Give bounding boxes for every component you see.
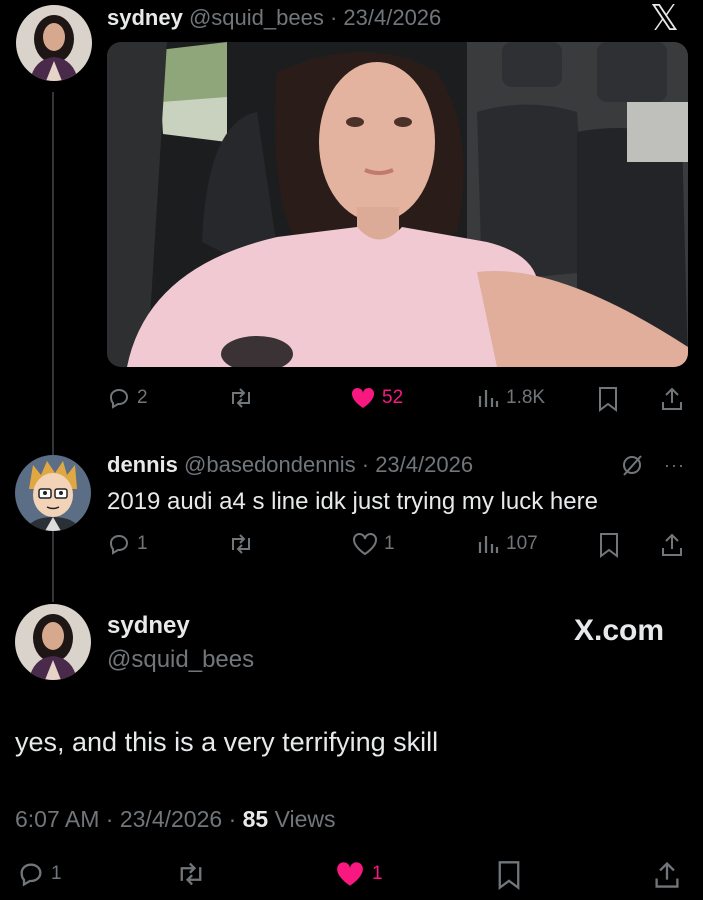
view-count: 1.8K	[506, 387, 546, 408]
post2-header: dennis @basedondennis · 23/4/2026	[107, 452, 473, 478]
reply-count: 1	[137, 533, 148, 554]
heart-icon	[337, 862, 363, 886]
like-button[interactable]: 1	[334, 860, 383, 888]
view-count: 107	[506, 533, 538, 554]
like-count: 1	[384, 533, 395, 554]
retweet-icon	[180, 862, 202, 886]
views-icon	[478, 536, 499, 553]
retweet-icon	[232, 534, 250, 554]
heart-icon	[351, 387, 375, 408]
separator: ·	[228, 806, 237, 832]
site-watermark: X.com	[574, 614, 665, 647]
share-icon	[662, 387, 682, 410]
heart-icon	[353, 533, 377, 556]
author-handle[interactable]: @basedondennis	[184, 452, 356, 477]
retweet-button[interactable]	[176, 860, 206, 888]
like-button[interactable]: 1	[352, 532, 395, 556]
author-name[interactable]: dennis	[107, 452, 178, 477]
author-name[interactable]: sydney	[107, 5, 183, 30]
share-icon	[655, 861, 679, 888]
retweet-button[interactable]	[228, 532, 254, 556]
post-text: yes, and this is a very terrifying skill	[15, 727, 439, 757]
like-button[interactable]: 52	[350, 386, 403, 410]
post1-header: sydney @squid_bees · 23/4/2026	[107, 5, 441, 31]
post-date[interactable]: 23/4/2026	[343, 5, 441, 30]
post-date[interactable]: 23/4/2026	[375, 452, 473, 477]
reply-button[interactable]: 1	[17, 860, 62, 888]
reply-icon	[109, 388, 129, 409]
reply-button[interactable]: 1	[107, 532, 148, 556]
share-button[interactable]	[660, 386, 684, 412]
reply-icon	[109, 534, 129, 555]
retweet-icon	[232, 388, 250, 408]
views-icon	[478, 390, 499, 407]
x-logo-icon: 𝕏	[650, 0, 680, 39]
share-icon	[662, 533, 682, 556]
author-handle[interactable]: @squid_bees	[107, 646, 254, 674]
post-photo[interactable]	[107, 42, 688, 367]
post-text: 2019 audi a4 s line idk just trying my l…	[107, 488, 598, 515]
share-button[interactable]	[653, 860, 681, 890]
views-label: Views	[274, 806, 336, 832]
share-button[interactable]	[660, 532, 684, 558]
reply-count: 1	[51, 863, 62, 884]
views-button[interactable]: 1.8K	[476, 386, 545, 410]
bookmark-button[interactable]	[598, 532, 620, 558]
separator: ·	[329, 5, 338, 30]
post-date[interactable]: 23/4/2026	[120, 806, 222, 832]
views-count[interactable]: 85	[243, 806, 269, 832]
post-meta: 6:07 AM · 23/4/2026 · 85 Views	[15, 806, 336, 833]
retweet-button[interactable]	[228, 386, 254, 410]
reply-count: 2	[137, 387, 148, 408]
grok-icon[interactable]	[620, 453, 644, 482]
reply-button[interactable]: 2	[107, 386, 148, 410]
bookmark-icon	[600, 533, 618, 558]
avatar-sydney[interactable]	[16, 5, 92, 81]
like-count: 52	[382, 387, 404, 408]
separator: ·	[361, 452, 370, 477]
author-name[interactable]: sydney	[107, 612, 190, 640]
bookmark-icon	[599, 387, 617, 412]
avatar-dennis[interactable]	[15, 455, 91, 531]
author-handle[interactable]: @squid_bees	[189, 5, 324, 30]
bookmark-button[interactable]	[597, 386, 619, 412]
more-options-button[interactable]: ···	[664, 455, 685, 476]
avatar-sydney[interactable]	[15, 604, 91, 680]
bookmark-icon	[498, 861, 520, 890]
separator: ·	[105, 806, 114, 832]
post-time[interactable]: 6:07 AM	[15, 806, 99, 832]
views-button[interactable]: 107	[476, 532, 538, 556]
reply-icon	[20, 863, 42, 887]
like-count: 1	[372, 863, 383, 884]
bookmark-button[interactable]	[496, 860, 522, 890]
